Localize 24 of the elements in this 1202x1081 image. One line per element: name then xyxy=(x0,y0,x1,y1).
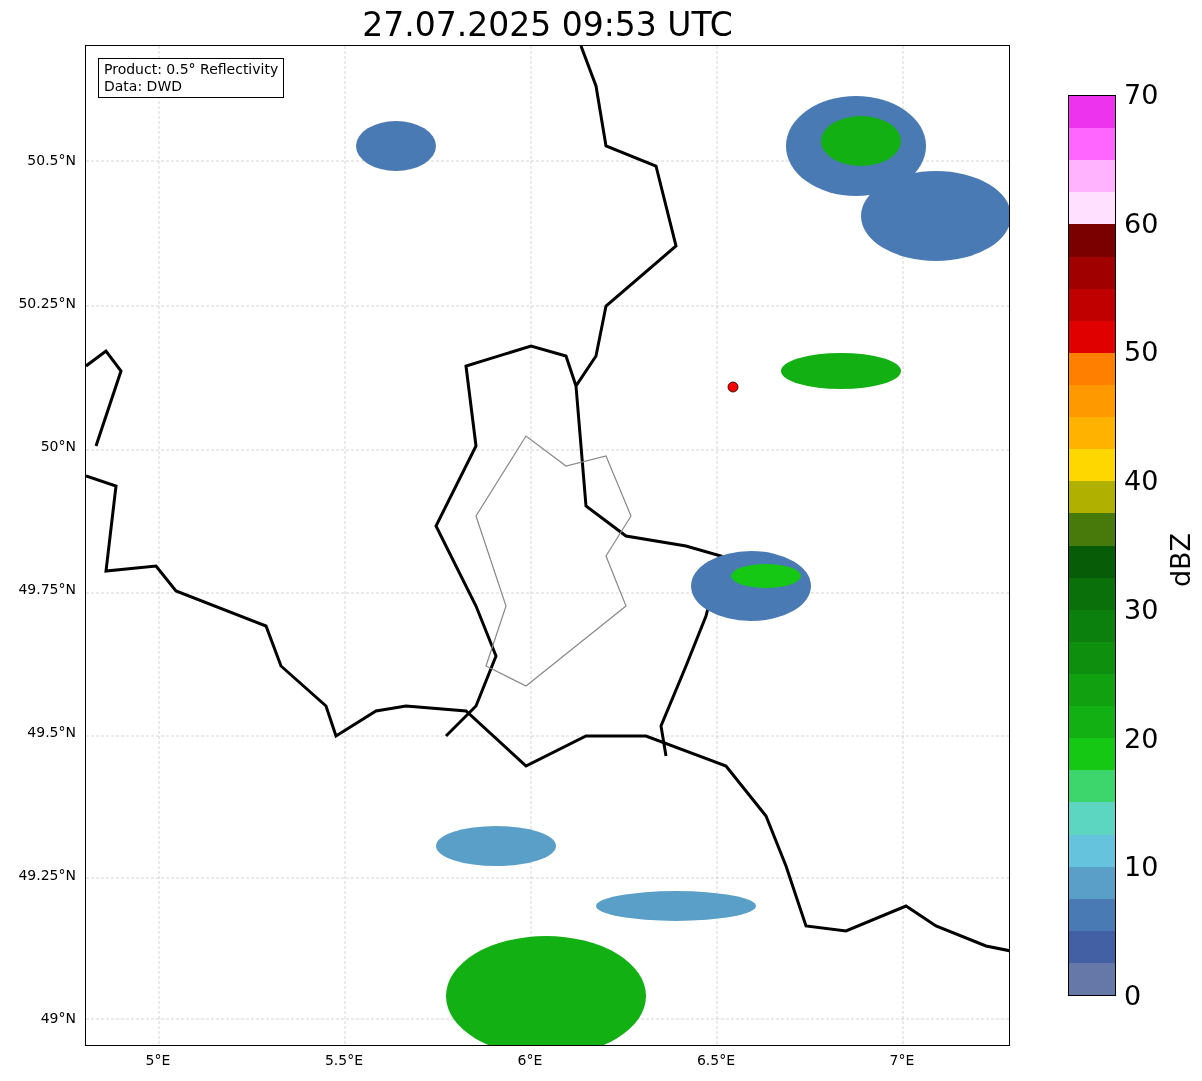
latitude-label: 49.25°N xyxy=(18,867,76,883)
colorbar-tick-label: 0 xyxy=(1124,981,1142,1011)
longitude-label: 7°E xyxy=(888,1052,916,1068)
colorbar-tick-label: 10 xyxy=(1124,852,1159,883)
colorbar-tick-label: 30 xyxy=(1124,594,1159,625)
longitude-label: 6°E xyxy=(516,1052,544,1068)
colorbar-label: dBZ xyxy=(1166,532,1196,588)
longitude-label: 6.5°E xyxy=(695,1052,737,1068)
legend-text: Data: DWD xyxy=(104,78,183,95)
latitude-label: 50.5°N xyxy=(27,152,76,168)
chart-title: 27.07.2025 09:53 UTC xyxy=(362,5,733,45)
latitude-label: 49.75°N xyxy=(18,581,76,597)
longitude-label: 5°E xyxy=(144,1052,172,1068)
legend-text: Product: 0.5° Reflectivity xyxy=(104,61,279,78)
latitude-label: 49°N xyxy=(40,1010,76,1026)
colorbar-tick-label: 20 xyxy=(1124,723,1159,754)
colorbar-tick-label: 40 xyxy=(1124,466,1159,497)
latitude-label: 50.25°N xyxy=(18,295,76,311)
colorbar-tick-label: 50 xyxy=(1124,337,1159,368)
longitude-label: 5.5°E xyxy=(323,1052,365,1068)
latitude-label: 49.5°N xyxy=(27,724,76,740)
colorbar-tick-label: 60 xyxy=(1124,208,1159,239)
latitude-label: 50°N xyxy=(40,438,76,454)
colorbar-tick-label: 70 xyxy=(1124,80,1159,110)
